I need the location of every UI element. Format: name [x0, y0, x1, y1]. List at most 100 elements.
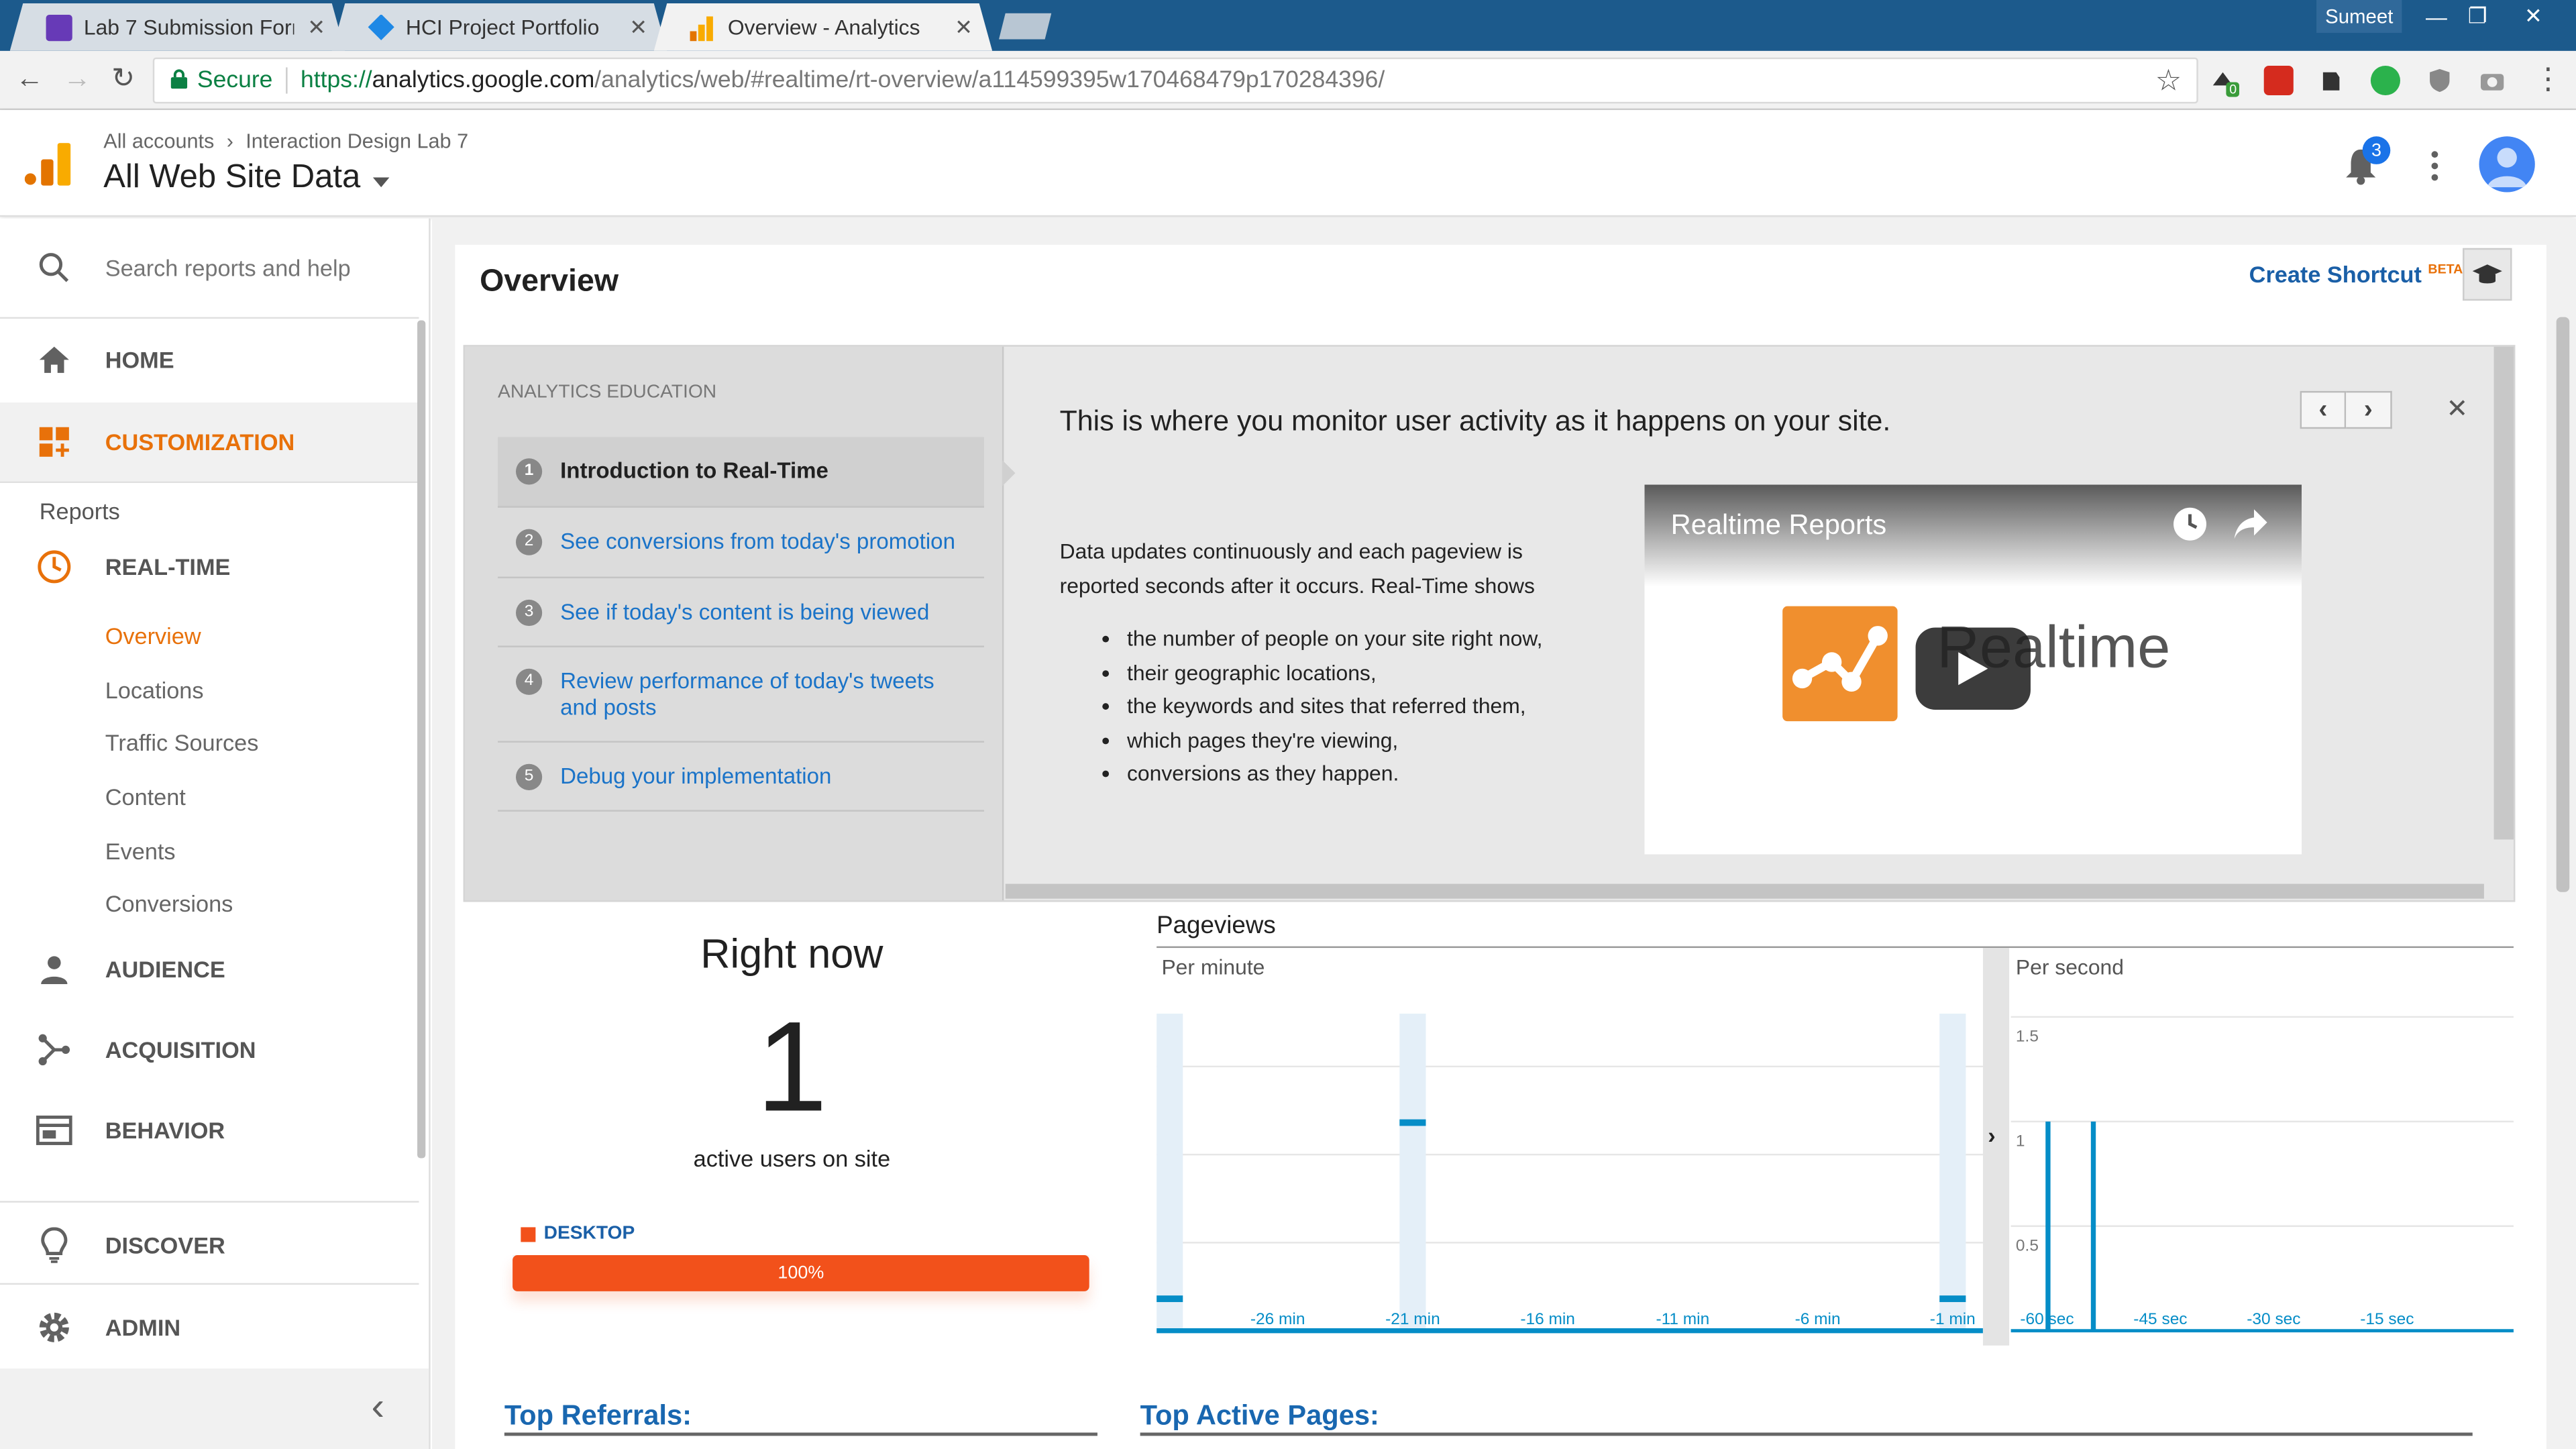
divider	[0, 1283, 419, 1285]
sidebar-item-discover[interactable]: DISCOVER	[0, 1206, 419, 1285]
close-tab-icon[interactable]: ✕	[307, 14, 325, 40]
address-bar[interactable]: Secure https://analytics.google.com/anal…	[152, 57, 2198, 104]
realtime-logo-icon	[1782, 606, 1898, 722]
bar-hover-band	[1913, 1014, 1939, 1331]
step-number: 5	[515, 763, 543, 790]
education-step-1[interactable]: 1 Introduction to Real-Time	[498, 437, 984, 508]
property-selector[interactable]: All Web Site Data	[103, 160, 390, 197]
sidebar-item-admin[interactable]: ADMIN	[0, 1288, 419, 1367]
breadcrumb-separator: ›	[226, 129, 233, 153]
reload-icon[interactable]: ↻	[105, 61, 142, 97]
search-reports[interactable]: Search reports and help	[0, 228, 419, 307]
shield-icon[interactable]	[2425, 66, 2455, 95]
pdf-extension-icon[interactable]	[2263, 65, 2294, 96]
sidebar-item-traffic-sources[interactable]: Traffic Sources	[105, 729, 259, 755]
restore-icon[interactable]: ❐	[2455, 0, 2501, 33]
close-tab-icon[interactable]: ✕	[955, 14, 973, 40]
new-tab-button[interactable]	[999, 13, 1051, 40]
video-player[interactable]: Realtime Reports Realtime	[1644, 484, 2302, 855]
sidebar-item-label: BEHAVIOR	[105, 1117, 225, 1144]
education-steps: ANALYTICS EDUCATION 1 Introduction to Re…	[465, 346, 1016, 901]
top-active-pages-title: Top Active Pages:	[1140, 1399, 1379, 1432]
profile-button[interactable]: Sumeet	[2316, 0, 2402, 33]
bar-hover-band	[1750, 1014, 1776, 1331]
sidebar-scrollbar[interactable]	[417, 320, 426, 1159]
video-title: Realtime Reports	[1670, 509, 1887, 541]
video-play-icon[interactable]	[1915, 627, 2031, 710]
minimize-icon[interactable]: —	[2414, 0, 2460, 33]
education-pager: ‹ ›	[2300, 390, 2394, 429]
bar	[1939, 1295, 1966, 1302]
forward-arrow-icon[interactable]: →	[59, 61, 95, 97]
expand-chevron-icon: ›	[1988, 1122, 1996, 1148]
close-education-icon[interactable]: ✕	[2447, 392, 2469, 425]
bar-hover-band	[1615, 1014, 1642, 1331]
sidebar-item-realtime[interactable]: REAL-TIME	[0, 527, 419, 606]
per-second-chart: 1.5 1 0.5 -60 sec -45 sec -30 sec -15 sec	[2010, 1016, 2514, 1333]
avatar[interactable]	[2479, 136, 2535, 193]
sidebar-item-overview[interactable]: Overview	[105, 623, 201, 649]
google-analytics-logo[interactable]	[24, 143, 71, 186]
extension-icon[interactable]: 0	[2210, 66, 2241, 97]
bar-hover-band	[1399, 1014, 1426, 1331]
url-scheme: https://	[301, 67, 372, 94]
url-host: analytics.google.com	[372, 67, 595, 94]
education-horizontal-scrollbar[interactable]	[1005, 883, 2484, 899]
bookmark-star-icon[interactable]: ☆	[2155, 63, 2182, 97]
active-step-pointer	[1002, 460, 1016, 486]
sidebar-item-customization[interactable]: CUSTOMIZATION	[0, 402, 419, 482]
browser-tab-lab7[interactable]: Lab 7 Submission Form ✕	[10, 3, 345, 51]
education-step-4[interactable]: 4 Review performance of today's tweets a…	[498, 647, 984, 743]
content-scrollbar[interactable]	[2556, 317, 2570, 892]
secure-label: Secure	[197, 67, 273, 94]
education-step-3[interactable]: 3 See if today's content is being viewed	[498, 578, 984, 647]
chart-expander[interactable]: ›	[1982, 948, 2010, 1346]
sidebar-item-events[interactable]: Events	[105, 838, 176, 864]
sidebar-footer	[0, 1368, 429, 1449]
collapse-sidebar-icon[interactable]: ‹	[371, 1385, 384, 1432]
breadcrumb-account[interactable]: Interaction Design Lab 7	[246, 129, 468, 152]
lightbulb-icon	[36, 1227, 72, 1263]
notifications-bell-icon[interactable]: 3	[2343, 136, 2391, 186]
browser-menu-icon[interactable]: ⋮	[2533, 62, 2563, 97]
share-arrow-icon[interactable]	[2233, 508, 2269, 541]
sidebar-item-audience[interactable]: AUDIENCE	[0, 930, 419, 1009]
back-arrow-icon[interactable]: ←	[11, 61, 48, 97]
browser-tab-portfolio[interactable]: HCI Project Portfolio ✕	[332, 3, 667, 51]
sidebar-item-content[interactable]: Content	[105, 784, 186, 810]
breadcrumb-all-accounts[interactable]: All accounts	[103, 129, 214, 152]
bar-hover-band	[1238, 1014, 1264, 1331]
education-scrollbar[interactable]	[2493, 346, 2514, 840]
bar-hover-band	[1643, 1014, 1669, 1331]
sidebar-item-conversions[interactable]: Conversions	[105, 890, 233, 916]
browser-tab-strip: Lab 7 Submission Form ✕ HCI Project Port…	[0, 0, 2576, 51]
step-label: See conversions from today's promotion	[560, 529, 955, 554]
sidebar-item-behavior[interactable]: BEHAVIOR	[0, 1091, 419, 1170]
create-shortcut-button[interactable]: Create Shortcut BETA	[2249, 261, 2463, 287]
sidebar-item-label: ADMIN	[105, 1314, 181, 1341]
bar-hover-band	[1939, 1014, 1966, 1331]
window-close-icon[interactable]: ✕	[2510, 0, 2557, 33]
evernote-icon[interactable]	[2316, 66, 2346, 95]
bar-hover-band	[1183, 1014, 1210, 1331]
prev-step-button[interactable]: ‹	[2300, 390, 2347, 429]
bar-hover-band	[1670, 1014, 1696, 1331]
per-minute-chart: 15105-26 min-21 min-16 min-11 min-6 min-…	[1157, 1014, 1983, 1334]
education-step-2[interactable]: 2 See conversions from today's promotion	[498, 508, 984, 579]
education-step-5[interactable]: 5 Debug your implementation	[498, 743, 984, 812]
grammar-extension-icon[interactable]	[2370, 65, 2400, 96]
step-number: 4	[515, 668, 543, 695]
pageviews-title: Pageviews	[1157, 912, 1276, 940]
sidebar-item-label: DISCOVER	[105, 1232, 225, 1258]
per-minute-label: Per minute	[1161, 954, 1265, 979]
browser-tab-analytics[interactable]: Overview - Analytics ✕	[654, 3, 992, 51]
next-step-button[interactable]: ›	[2346, 390, 2392, 429]
education-cap-icon[interactable]	[2463, 248, 2512, 301]
more-vertical-icon[interactable]	[2423, 150, 2446, 182]
camera-icon[interactable]	[2477, 66, 2507, 95]
watch-later-clock-icon[interactable]	[2172, 506, 2208, 542]
sidebar-item-locations[interactable]: Locations	[105, 677, 204, 703]
close-tab-icon[interactable]: ✕	[629, 14, 647, 40]
sidebar-item-acquisition[interactable]: ACQUISITION	[0, 1010, 419, 1089]
sidebar-item-home[interactable]: HOME	[0, 321, 419, 400]
